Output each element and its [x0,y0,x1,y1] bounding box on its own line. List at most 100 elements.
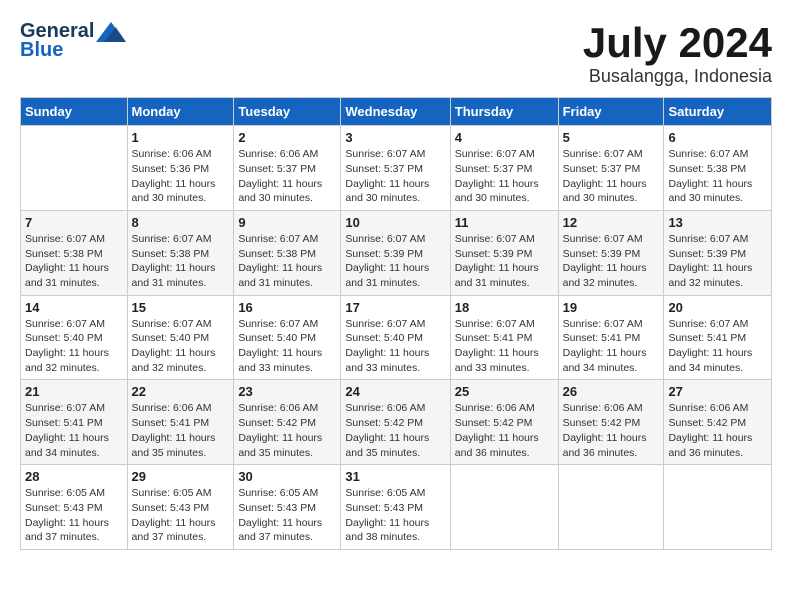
day-number: 13 [668,215,767,230]
calendar-week-row: 14 Sunrise: 6:07 AM Sunset: 5:40 PM Dayli… [21,295,772,380]
calendar-cell: 19Sunrise: 6:07 AM Sunset: 5:41 PM Dayli… [558,295,664,380]
calendar-week-row: 21 Sunrise: 6:07 AM Sunset: 5:41 PM Dayli… [21,380,772,465]
calendar-week-row: 1Sunrise: 6:06 AM Sunset: 5:36 PM Daylig… [21,126,772,211]
calendar-cell: 16 Sunrise: 6:07 AM Sunset: 5:40 PM Dayli… [234,295,341,380]
calendar-cell [558,465,664,550]
day-info: Sunrise: 6:07 AM Sunset: 5:41 PM Dayligh… [25,401,123,460]
header-sunday: Sunday [21,98,128,126]
calendar-cell: 4 Sunrise: 6:07 AM Sunset: 5:37 PM Daylig… [450,126,558,211]
calendar-cell: 28 Sunrise: 6:05 AM Sunset: 5:43 PM Dayli… [21,465,128,550]
logo-icon [96,22,126,42]
calendar-cell: 1Sunrise: 6:06 AM Sunset: 5:36 PM Daylig… [127,126,234,211]
day-info: Sunrise: 6:07 AM Sunset: 5:41 PM Dayligh… [455,317,554,376]
day-info: Sunrise: 6:05 AM Sunset: 5:43 PM Dayligh… [132,486,230,545]
day-number: 29 [132,469,230,484]
day-info: Sunrise: 6:07 AM Sunset: 5:39 PM Dayligh… [345,232,445,291]
day-number: 16 [238,300,336,315]
day-info: Sunrise: 6:07 AM Sunset: 5:38 PM Dayligh… [25,232,123,291]
calendar-cell: 21 Sunrise: 6:07 AM Sunset: 5:41 PM Dayli… [21,380,128,465]
day-info: Sunrise: 6:07 AM Sunset: 5:39 PM Dayligh… [455,232,554,291]
calendar-cell: 24 Sunrise: 6:06 AM Sunset: 5:42 PM Dayli… [341,380,450,465]
day-info: Sunrise: 6:07 AM Sunset: 5:39 PM Dayligh… [668,232,767,291]
header-wednesday: Wednesday [341,98,450,126]
day-info: Sunrise: 6:07 AM Sunset: 5:41 PM Dayligh… [668,317,767,376]
day-number: 7 [25,215,123,230]
location: Busalangga, Indonesia [583,66,772,87]
day-number: 18 [455,300,554,315]
day-number: 4 [455,130,554,145]
day-number: 9 [238,215,336,230]
calendar-cell: 27 Sunrise: 6:06 AM Sunset: 5:42 PM Dayli… [664,380,772,465]
calendar-cell: 26Sunrise: 6:06 AM Sunset: 5:42 PM Dayli… [558,380,664,465]
title-block: July 2024 Busalangga, Indonesia [583,20,772,87]
month-title: July 2024 [583,20,772,66]
calendar-cell [664,465,772,550]
day-info: Sunrise: 6:06 AM Sunset: 5:42 PM Dayligh… [345,401,445,460]
logo-blue: Blue [20,39,63,62]
day-info: Sunrise: 6:06 AM Sunset: 5:41 PM Dayligh… [132,401,230,460]
calendar-week-row: 7 Sunrise: 6:07 AM Sunset: 5:38 PM Daylig… [21,210,772,295]
day-info: Sunrise: 6:07 AM Sunset: 5:38 PM Dayligh… [132,232,230,291]
day-number: 12 [563,215,660,230]
calendar-cell: 11 Sunrise: 6:07 AM Sunset: 5:39 PM Dayli… [450,210,558,295]
day-info: Sunrise: 6:06 AM Sunset: 5:42 PM Dayligh… [563,401,660,460]
day-info: Sunrise: 6:07 AM Sunset: 5:37 PM Dayligh… [455,147,554,206]
day-number: 14 [25,300,123,315]
day-number: 24 [345,384,445,399]
header-tuesday: Tuesday [234,98,341,126]
day-info: Sunrise: 6:07 AM Sunset: 5:38 PM Dayligh… [238,232,336,291]
calendar-cell: 13 Sunrise: 6:07 AM Sunset: 5:39 PM Dayli… [664,210,772,295]
day-number: 21 [25,384,123,399]
calendar-cell: 5Sunrise: 6:07 AM Sunset: 5:37 PM Daylig… [558,126,664,211]
day-info: Sunrise: 6:05 AM Sunset: 5:43 PM Dayligh… [238,486,336,545]
day-number: 8 [132,215,230,230]
calendar-cell: 18 Sunrise: 6:07 AM Sunset: 5:41 PM Dayli… [450,295,558,380]
calendar-cell: 9 Sunrise: 6:07 AM Sunset: 5:38 PM Daylig… [234,210,341,295]
day-number: 20 [668,300,767,315]
day-info: Sunrise: 6:07 AM Sunset: 5:40 PM Dayligh… [345,317,445,376]
day-info: Sunrise: 6:07 AM Sunset: 5:41 PM Dayligh… [563,317,660,376]
calendar-cell: 10 Sunrise: 6:07 AM Sunset: 5:39 PM Dayli… [341,210,450,295]
day-info: Sunrise: 6:06 AM Sunset: 5:42 PM Dayligh… [668,401,767,460]
header-monday: Monday [127,98,234,126]
day-info: Sunrise: 6:06 AM Sunset: 5:36 PM Dayligh… [132,147,230,206]
day-number: 6 [668,130,767,145]
day-number: 22 [132,384,230,399]
calendar-cell: 6 Sunrise: 6:07 AM Sunset: 5:38 PM Daylig… [664,126,772,211]
day-number: 30 [238,469,336,484]
day-info: Sunrise: 6:07 AM Sunset: 5:39 PM Dayligh… [563,232,660,291]
day-number: 15 [132,300,230,315]
day-info: Sunrise: 6:07 AM Sunset: 5:38 PM Dayligh… [668,147,767,206]
day-number: 27 [668,384,767,399]
day-info: Sunrise: 6:07 AM Sunset: 5:40 PM Dayligh… [238,317,336,376]
calendar-cell: 22 Sunrise: 6:06 AM Sunset: 5:41 PM Dayli… [127,380,234,465]
calendar-cell: 31Sunrise: 6:05 AM Sunset: 5:43 PM Dayli… [341,465,450,550]
calendar-cell: 20 Sunrise: 6:07 AM Sunset: 5:41 PM Dayli… [664,295,772,380]
calendar-cell: 25 Sunrise: 6:06 AM Sunset: 5:42 PM Dayli… [450,380,558,465]
day-info: Sunrise: 6:07 AM Sunset: 5:40 PM Dayligh… [25,317,123,376]
calendar-cell: 17Sunrise: 6:07 AM Sunset: 5:40 PM Dayli… [341,295,450,380]
day-info: Sunrise: 6:07 AM Sunset: 5:40 PM Dayligh… [132,317,230,376]
day-info: Sunrise: 6:06 AM Sunset: 5:42 PM Dayligh… [455,401,554,460]
calendar-cell: 15 Sunrise: 6:07 AM Sunset: 5:40 PM Dayli… [127,295,234,380]
calendar-cell [21,126,128,211]
day-number: 2 [238,130,336,145]
day-number: 31 [345,469,445,484]
day-info: Sunrise: 6:06 AM Sunset: 5:37 PM Dayligh… [238,147,336,206]
calendar-cell: 14 Sunrise: 6:07 AM Sunset: 5:40 PM Dayli… [21,295,128,380]
logo: General Blue [20,20,126,62]
header-friday: Friday [558,98,664,126]
day-number: 11 [455,215,554,230]
day-number: 25 [455,384,554,399]
day-number: 10 [345,215,445,230]
day-number: 28 [25,469,123,484]
day-info: Sunrise: 6:07 AM Sunset: 5:37 PM Dayligh… [345,147,445,206]
calendar-cell: 7 Sunrise: 6:07 AM Sunset: 5:38 PM Daylig… [21,210,128,295]
day-info: Sunrise: 6:06 AM Sunset: 5:42 PM Dayligh… [238,401,336,460]
calendar-cell: 3 Sunrise: 6:07 AM Sunset: 5:37 PM Daylig… [341,126,450,211]
day-number: 3 [345,130,445,145]
calendar-cell: 2 Sunrise: 6:06 AM Sunset: 5:37 PM Daylig… [234,126,341,211]
calendar-week-row: 28 Sunrise: 6:05 AM Sunset: 5:43 PM Dayli… [21,465,772,550]
day-number: 5 [563,130,660,145]
day-info: Sunrise: 6:05 AM Sunset: 5:43 PM Dayligh… [25,486,123,545]
